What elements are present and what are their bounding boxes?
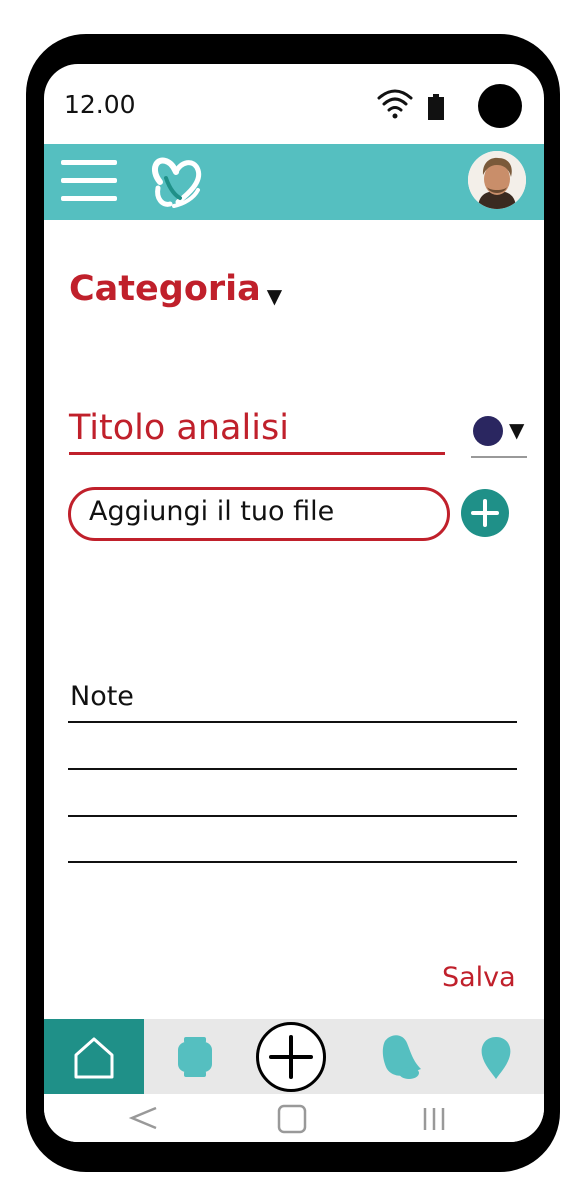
color-swatch — [473, 416, 503, 446]
app-bar — [44, 144, 544, 220]
color-picker-dropdown[interactable]: ▼ — [471, 412, 527, 458]
home-button-icon[interactable] — [276, 1100, 308, 1136]
plus-icon — [471, 499, 499, 527]
bell-icon — [382, 1035, 421, 1079]
user-avatar[interactable] — [468, 151, 526, 209]
hamburger-menu-icon[interactable] — [61, 158, 117, 204]
heart-hands-logo-icon — [151, 157, 202, 208]
chevron-down-icon: ▼ — [509, 418, 525, 442]
avatar-face-icon — [468, 151, 526, 209]
nav-map[interactable] — [466, 1019, 526, 1094]
nav-add[interactable] — [256, 1022, 326, 1092]
file-placeholder: Aggiungi il tuo file — [89, 496, 335, 527]
nav-notifications[interactable] — [369, 1019, 429, 1094]
notes-line[interactable] — [68, 861, 517, 863]
add-icon — [269, 1035, 313, 1079]
wifi-icon — [377, 89, 413, 119]
system-nav — [44, 1094, 544, 1142]
battery-icon — [428, 94, 444, 120]
file-input[interactable]: Aggiungi il tuo file — [68, 487, 450, 541]
bottom-nav — [44, 1019, 544, 1094]
front-camera — [478, 84, 522, 128]
notes-line[interactable] — [68, 768, 517, 770]
map-pin-icon — [481, 1037, 511, 1079]
status-time: 12.00 — [64, 90, 136, 119]
nav-home[interactable] — [44, 1019, 144, 1094]
category-dropdown[interactable]: Categoria ▼ — [69, 269, 282, 309]
screen: 12.00 Categoria ▼ Titolo analisi ▼ Aggiu… — [44, 64, 544, 1142]
status-bar: 12.00 — [44, 64, 544, 144]
title-input[interactable]: Titolo analisi — [69, 402, 445, 455]
title-placeholder: Titolo analisi — [69, 408, 289, 448]
save-button[interactable]: Salva — [442, 962, 516, 993]
notes-label: Note — [70, 681, 134, 712]
category-label: Categoria — [69, 269, 261, 309]
back-icon[interactable] — [128, 1100, 160, 1136]
add-file-button[interactable] — [461, 489, 509, 537]
notes-line[interactable] — [68, 815, 517, 817]
notes-line[interactable] — [68, 721, 517, 723]
watch-icon — [178, 1037, 212, 1077]
chevron-down-icon: ▼ — [266, 283, 283, 308]
home-icon — [74, 1037, 114, 1079]
recents-icon[interactable] — [418, 1100, 450, 1136]
nav-watch[interactable] — [164, 1019, 224, 1094]
